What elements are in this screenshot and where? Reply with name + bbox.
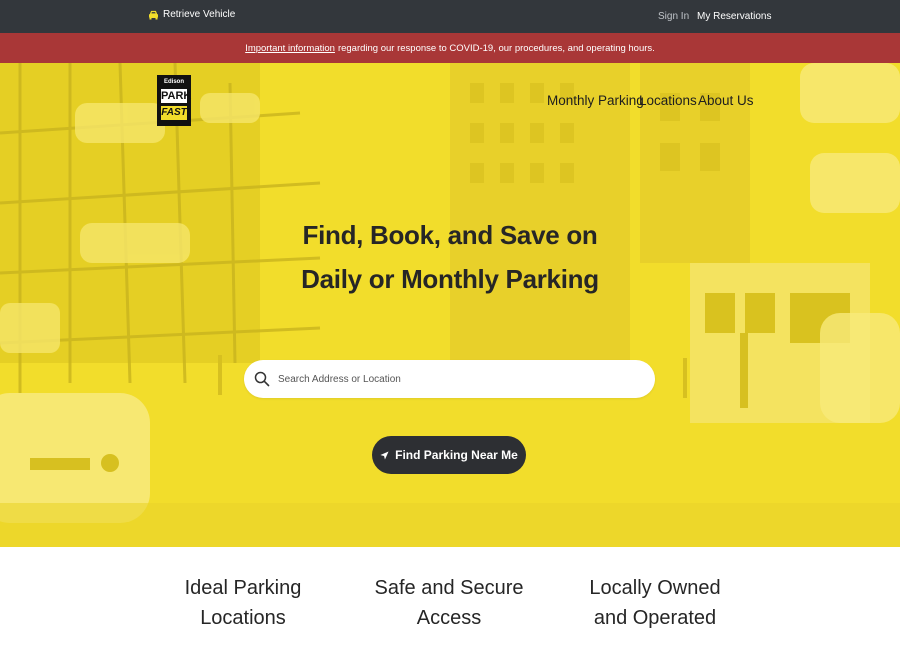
parking-garage-background-image — [0, 63, 900, 547]
nav-item-monthly-parking[interactable]: Monthly Parking — [547, 93, 644, 108]
hero-headline-line-2: Daily or Monthly Parking — [301, 264, 599, 294]
retrieve-vehicle-label: Retrieve Vehicle — [163, 9, 236, 20]
feature-title-line-2: Locations — [200, 607, 286, 629]
hero-headline-line-1: Find, Book, and Save on — [302, 220, 598, 250]
feature-safe-and-secure-access: Safe and Secure Access — [349, 573, 549, 633]
feature-ideal-parking-locations: Ideal Parking Locations — [143, 573, 343, 633]
logo-park-text: PARK — [161, 89, 192, 103]
feature-title-line-1: Safe and Secure — [374, 577, 524, 599]
feature-locally-owned-and-operated: Locally Owned and Operated — [555, 573, 755, 633]
location-arrow-icon — [380, 450, 389, 460]
logo-fast-text: FAST — [161, 106, 187, 120]
important-information-link[interactable]: Important information — [245, 43, 335, 54]
hero-headline: Find, Book, and Save on Daily or Monthly… — [0, 213, 900, 301]
feature-title-line-2: Access — [416, 607, 482, 629]
logo-edison-text: Edison — [163, 79, 184, 85]
feature-title-line-1: Locally Owned — [589, 577, 721, 599]
alert-text: regarding our response to COVID-19, our … — [337, 42, 655, 54]
find-parking-near-me-label: Find Parking Near Me — [395, 448, 518, 462]
feature-title-line-2: and Operated — [593, 607, 717, 629]
find-parking-near-me-button[interactable]: Find Parking Near Me — [372, 436, 526, 474]
nav-item-about-us[interactable]: About Us — [698, 93, 754, 108]
top-bar: Retrieve Vehicle Sign In My Reservations — [0, 0, 900, 33]
car-icon — [149, 10, 158, 19]
sign-in-link[interactable]: Sign In — [658, 11, 689, 22]
hero-section: Edison PARK FAST Monthly Parking Locatio… — [0, 63, 900, 547]
feature-title-line-1: Ideal Parking — [184, 577, 302, 599]
nav-item-locations[interactable]: Locations — [639, 93, 697, 108]
covid-alert-bar: Important information regarding our resp… — [0, 33, 900, 63]
search-bar[interactable] — [244, 360, 655, 398]
my-reservations-link[interactable]: My Reservations — [697, 11, 771, 22]
search-input[interactable] — [278, 373, 618, 385]
search-icon — [254, 371, 270, 387]
edison-park-fast-logo[interactable]: Edison PARK FAST — [157, 75, 191, 126]
retrieve-vehicle-link[interactable]: Retrieve Vehicle — [148, 9, 235, 20]
